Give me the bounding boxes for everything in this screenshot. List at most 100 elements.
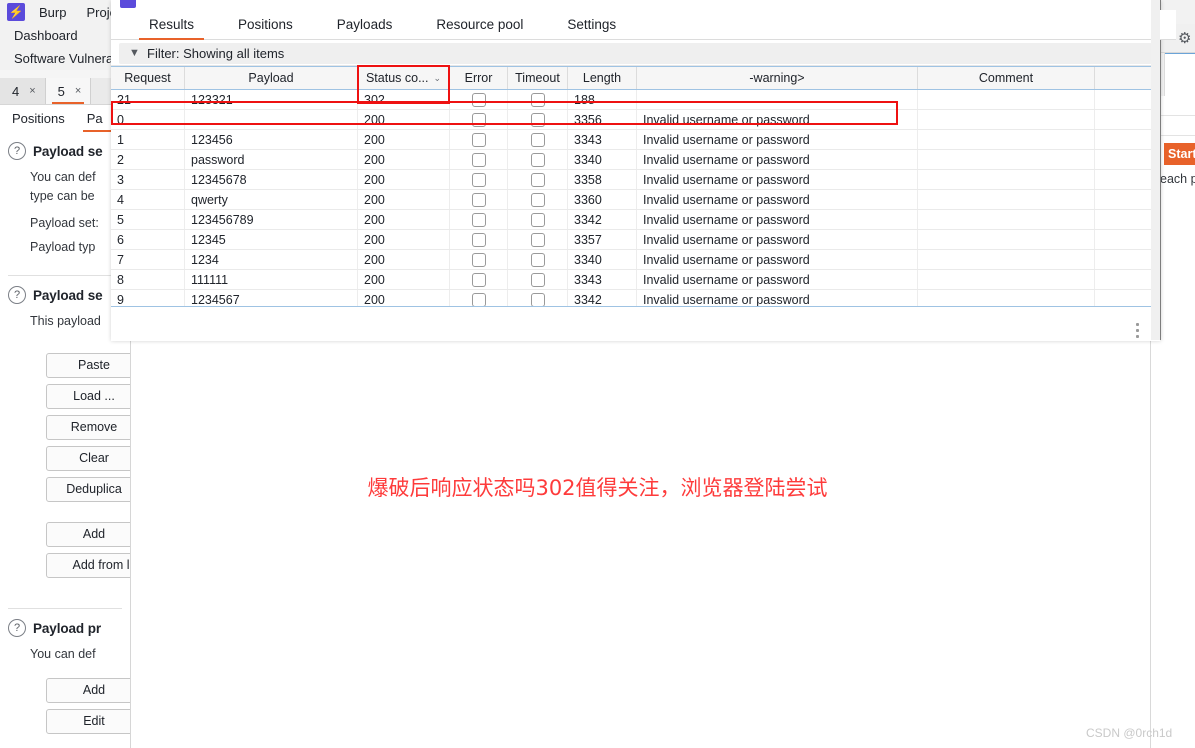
table-row[interactable]: 1 123456 200 3343 Invalid username or passwo… [111, 130, 1160, 150]
table-row[interactable]: 7 1234 200 3340 Invalid username or password [111, 250, 1160, 270]
cell-error [450, 90, 508, 109]
table-row[interactable]: 4 qwerty 200 3360 Invalid username or passwo… [111, 190, 1160, 210]
cell-warning: Invalid username or password [637, 210, 918, 229]
cell-length: 3343 [568, 270, 637, 289]
filter-icon: ▼ [129, 47, 140, 59]
close-icon[interactable]: × [29, 85, 35, 97]
cell-error [450, 250, 508, 269]
attack-window-tabs: Results Positions Payloads Resource pool… [111, 10, 1176, 40]
attack-window-titlebar [111, 0, 1160, 10]
checkbox[interactable] [471, 112, 486, 127]
checkbox[interactable] [530, 112, 545, 127]
cell-warning: Invalid username or password [637, 250, 918, 269]
checkbox[interactable] [471, 212, 486, 227]
table-row[interactable]: 21 123321 302 188 [111, 90, 1160, 110]
cell-length: 3358 [568, 170, 637, 189]
paste-button[interactable]: Paste [46, 353, 130, 378]
sub-tab-positions[interactable]: Positions [0, 105, 75, 132]
checkbox[interactable] [530, 292, 545, 307]
checkbox[interactable] [530, 92, 545, 107]
tab-resource-pool[interactable]: Resource pool [414, 10, 545, 39]
edit-processing-rule-button[interactable]: Edit [46, 709, 130, 734]
menu-item-burp[interactable]: Burp [39, 5, 66, 20]
checkbox[interactable] [471, 232, 486, 247]
cell-timeout [508, 190, 568, 209]
cell-payload: password [185, 150, 358, 169]
checkbox[interactable] [471, 152, 486, 167]
field-payload-type[interactable]: Payload typ [30, 240, 122, 254]
checkbox[interactable] [471, 192, 486, 207]
table-row[interactable]: 6 12345 200 3357 Invalid username or passwor… [111, 230, 1160, 250]
checkbox[interactable] [530, 152, 545, 167]
checkbox[interactable] [530, 272, 545, 287]
checkbox[interactable] [530, 252, 545, 267]
column-header-length[interactable]: Length [568, 67, 637, 89]
clear-button[interactable]: Clear [46, 446, 130, 471]
checkbox[interactable] [471, 292, 486, 307]
section-description-line: You can def [30, 170, 96, 184]
checkbox[interactable] [530, 132, 545, 147]
cell-warning: Invalid username or password [637, 230, 918, 249]
remove-button[interactable]: Remove [46, 415, 130, 440]
sub-tab-payloads[interactable]: Pa [75, 105, 113, 132]
attack-tab-4[interactable]: 4 × [0, 78, 46, 104]
add-from-list-button[interactable]: Add from l [46, 553, 130, 578]
table-row[interactable]: 9 1234567 200 3342 Invalid username or passw… [111, 290, 1160, 307]
cell-timeout [508, 210, 568, 229]
cell-warning: Invalid username or password [637, 290, 918, 307]
table-row[interactable]: 2 password 200 3340 Invalid username or pass… [111, 150, 1160, 170]
checkbox[interactable] [471, 252, 486, 267]
column-header-warning[interactable]: -warning> [637, 67, 918, 89]
table-row[interactable]: 5 123456789 200 3342 Invalid username or pas… [111, 210, 1160, 230]
help-icon[interactable]: ? [8, 142, 26, 160]
checkbox[interactable] [530, 212, 545, 227]
help-icon[interactable]: ? [8, 619, 26, 637]
section-header: ? Payload se [8, 286, 122, 304]
tab-settings[interactable]: Settings [545, 10, 638, 39]
table-row[interactable]: 0 200 3356 Invalid username or password [111, 110, 1160, 130]
column-header-timeout[interactable]: Timeout [508, 67, 568, 89]
column-header-comment[interactable]: Comment [918, 67, 1095, 89]
filter-button[interactable]: ▼ Filter: Showing all items [119, 43, 1152, 64]
checkbox[interactable] [471, 172, 486, 187]
cell-status-code: 200 [358, 150, 450, 169]
more-options-icon[interactable] [1136, 323, 1139, 338]
tab-results[interactable]: Results [127, 10, 216, 40]
column-header-request[interactable]: Request [111, 67, 185, 89]
help-icon[interactable]: ? [8, 286, 26, 304]
column-header-status-code[interactable]: Status co... ⌄ [358, 67, 450, 89]
tab-payloads[interactable]: Payloads [315, 10, 415, 39]
checkbox[interactable] [530, 232, 545, 247]
table-footer-strip [111, 306, 1160, 341]
screenshot-root: ⚡ Burp Proje Dashboard Software Vulnera … [0, 0, 1195, 748]
cell-payload: 12345 [185, 230, 358, 249]
cell-length: 3356 [568, 110, 637, 129]
table-row[interactable]: 3 12345678 200 3358 Invalid username or pass… [111, 170, 1160, 190]
watermark: CSDN @0rch1d [1086, 726, 1173, 740]
cell-error [450, 130, 508, 149]
checkbox[interactable] [471, 272, 486, 287]
checkbox[interactable] [530, 192, 545, 207]
add-processing-rule-button[interactable]: Add [46, 678, 130, 703]
add-payload-button[interactable]: Add [46, 522, 130, 547]
close-icon[interactable]: × [75, 85, 81, 97]
column-header-error[interactable]: Error [450, 67, 508, 89]
section-description-line: type can be [30, 189, 95, 203]
cell-request: 9 [111, 290, 185, 307]
cell-length: 3357 [568, 230, 637, 249]
cell-payload: 12345678 [185, 170, 358, 189]
load-button[interactable]: Load ... [46, 384, 130, 409]
checkbox[interactable] [471, 132, 486, 147]
cell-comment [918, 150, 1095, 169]
start-attack-button[interactable]: Start a [1164, 143, 1195, 165]
filter-label: Filter: Showing all items [147, 46, 285, 61]
checkbox[interactable] [471, 92, 486, 107]
attack-tab-5[interactable]: 5 × [45, 78, 92, 104]
intruder-attack-window: Results Positions Payloads Resource pool… [111, 0, 1176, 341]
table-row[interactable]: 8 111111 200 3343 Invalid username or passwo… [111, 270, 1160, 290]
tab-positions[interactable]: Positions [216, 10, 315, 39]
checkbox[interactable] [530, 172, 545, 187]
column-header-payload[interactable]: Payload [185, 67, 358, 89]
gear-icon[interactable]: ⚙ [1178, 30, 1195, 47]
field-payload-set[interactable]: Payload set: [30, 216, 122, 230]
